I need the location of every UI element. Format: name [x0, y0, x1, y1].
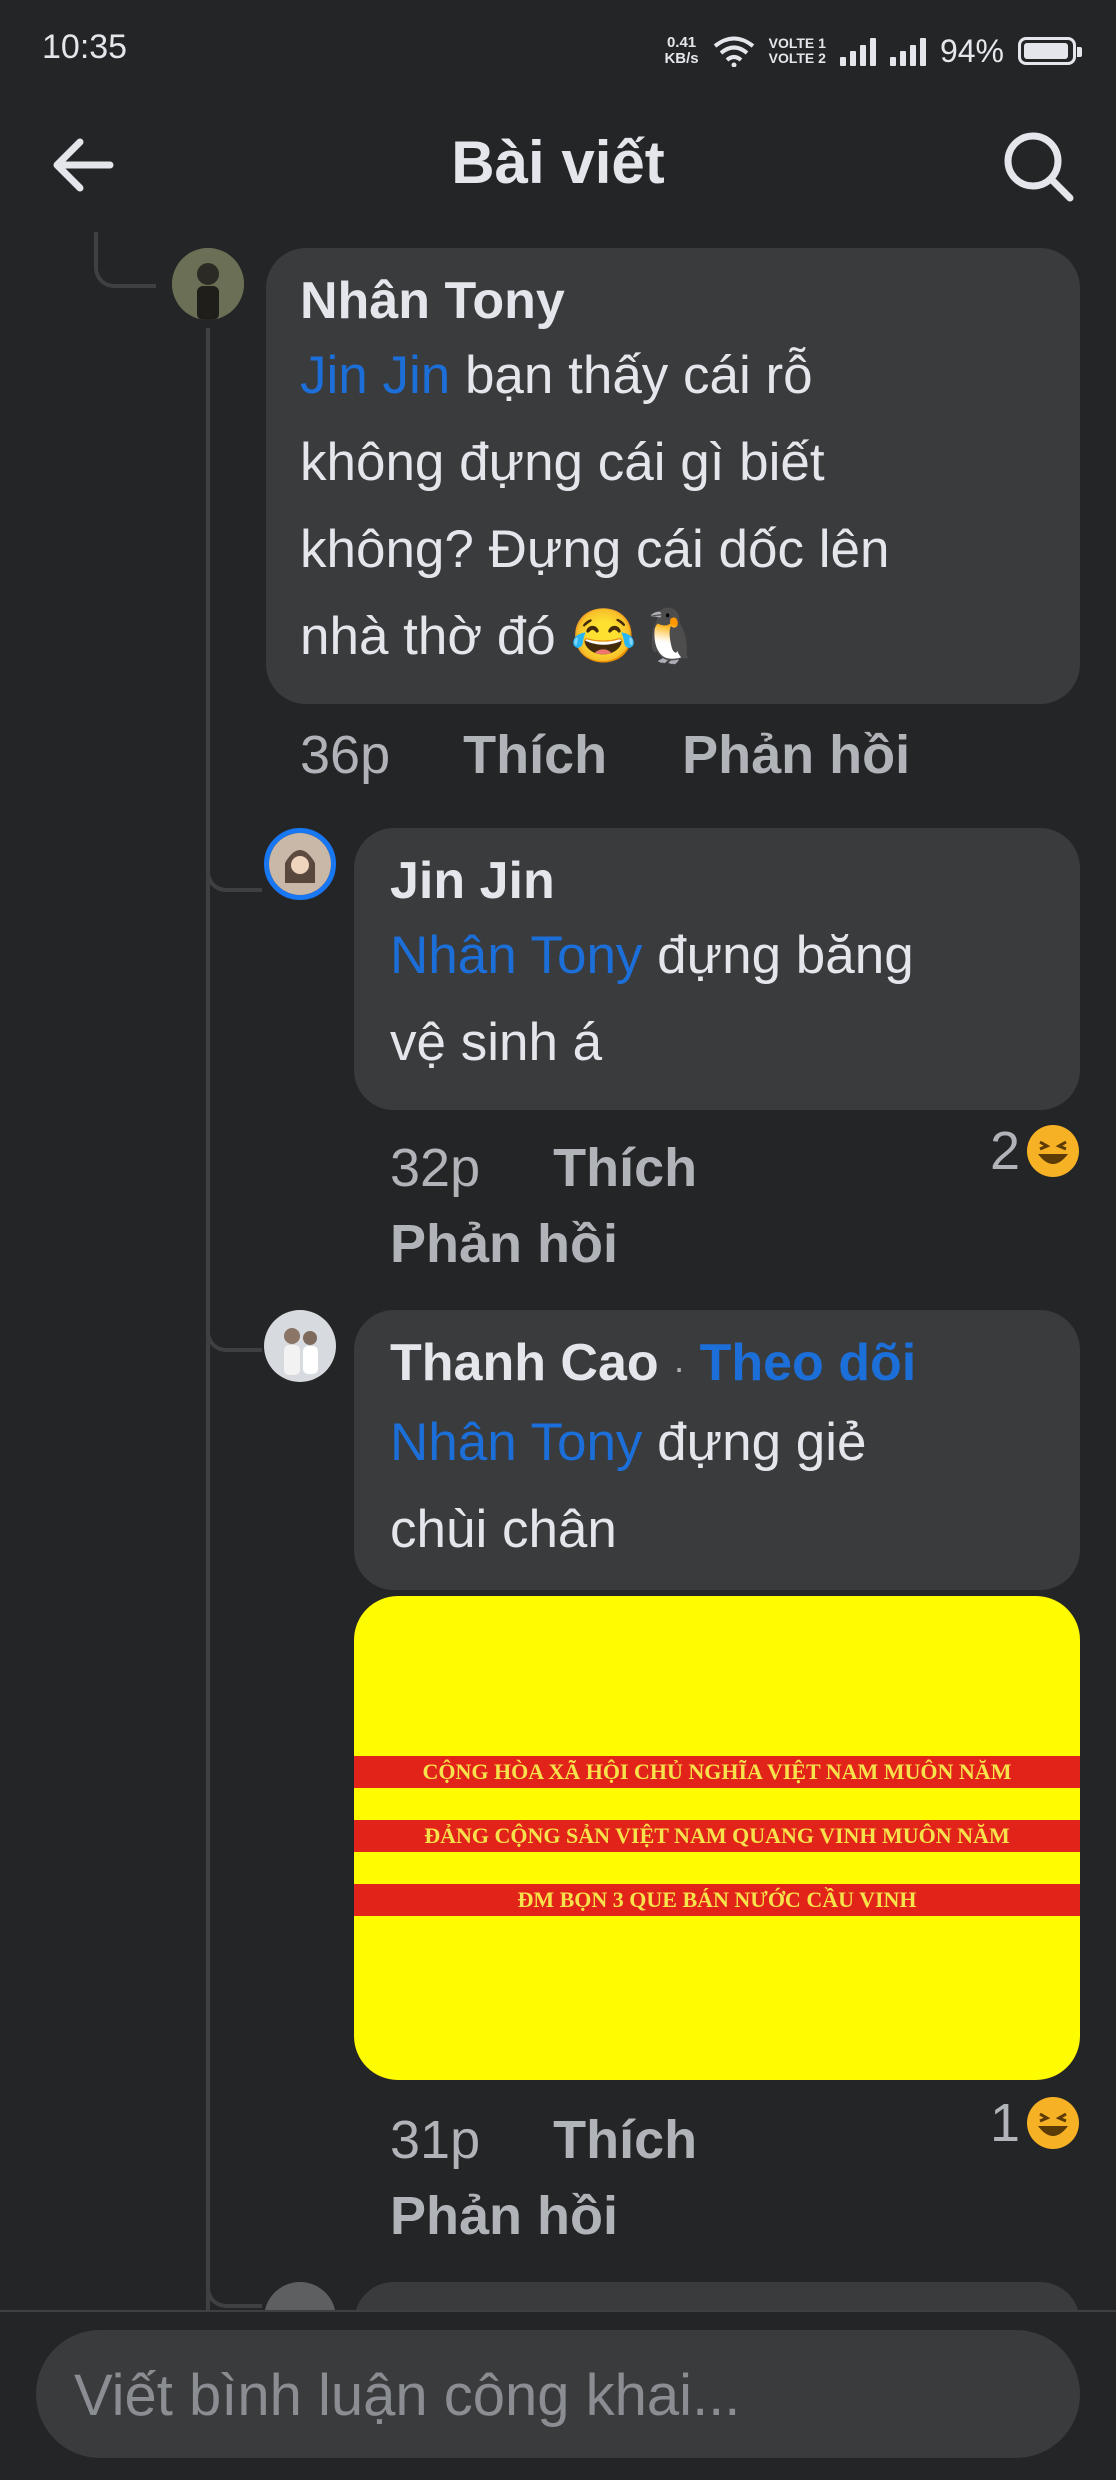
- header: Bài viết: [0, 100, 1116, 230]
- comment-time: 36p: [300, 725, 391, 785]
- image-banner-text: ĐM BỌN 3 QUE BÁN NƯỚC CẦU VINH: [354, 1884, 1080, 1916]
- status-bar: 10:35 0.41 KB/s VOLTE 1 VOLTE 2 94%: [0, 0, 1116, 100]
- like-button[interactable]: Thích: [553, 1138, 697, 1198]
- comment-meta: 32p Thích Phản hồi: [390, 1130, 697, 1282]
- mention-link[interactable]: Nhân Tony: [390, 1413, 642, 1472]
- follow-button[interactable]: Theo dõi: [700, 1334, 917, 1392]
- reply-button[interactable]: Phản hồi: [682, 725, 910, 785]
- comment-author[interactable]: Nhân Tony: [300, 270, 1046, 332]
- comment-time: 31p: [390, 2110, 481, 2170]
- comment-meta: 36p Thích Phản hồi: [300, 724, 910, 786]
- status-icons: 0.41 KB/s VOLTE 1 VOLTE 2 94%: [664, 26, 1082, 76]
- reaction-summary[interactable]: 2: [990, 1120, 1080, 1182]
- volte-labels: VOLTE 1 VOLTE 2: [768, 35, 826, 66]
- mention-link[interactable]: Nhân Tony: [390, 926, 642, 985]
- comment-text: Nhân Tony đựng băng vệ sinh á: [390, 926, 914, 1072]
- signal-2-icon: [889, 36, 926, 66]
- comment-input[interactable]: [72, 2330, 1036, 2460]
- search-icon[interactable]: [1000, 128, 1076, 204]
- person-icon: [264, 1310, 336, 1382]
- reaction-count: 2: [989, 1121, 1020, 1181]
- comment-text: Nhân Tony đựng giẻ chùi chân: [390, 1413, 867, 1559]
- comment-author[interactable]: Thanh Cao: [390, 1334, 659, 1392]
- person-icon: [172, 248, 244, 320]
- thread-connector: [206, 840, 262, 892]
- divider: [0, 2310, 1116, 2312]
- like-button[interactable]: Thích: [553, 2110, 697, 2170]
- battery-icon: [1018, 37, 1082, 65]
- thread-connector: [94, 232, 156, 288]
- like-button[interactable]: Thích: [463, 725, 607, 785]
- avatar[interactable]: [264, 828, 336, 900]
- net-speed: 0.41 KB/s: [664, 34, 699, 67]
- avatar[interactable]: [172, 248, 244, 320]
- comment-author[interactable]: Jin Jin: [390, 850, 1044, 912]
- haha-emoji-icon: [1027, 1125, 1079, 1177]
- comment-composer: [36, 2330, 1080, 2460]
- wifi-icon: [713, 36, 754, 67]
- battery-percent: 94%: [939, 32, 1004, 69]
- comment-bubble: Thanh Cao · Theo dõi Nhân Tony đựng giẻ …: [354, 1310, 1080, 1590]
- comment-time: 32p: [390, 1138, 481, 1198]
- reaction-count: 1: [989, 2093, 1020, 2153]
- mention-link[interactable]: Jin Jin: [300, 346, 450, 405]
- person-icon: [269, 833, 331, 895]
- comment-bubble: Jin Jin Nhân Tony đựng băng vệ sinh á: [354, 828, 1080, 1110]
- reaction-summary[interactable]: 1: [990, 2092, 1080, 2154]
- status-time: 10:35: [42, 28, 128, 66]
- avatar[interactable]: [264, 1310, 336, 1382]
- thread-connector: [206, 2256, 262, 2308]
- page-title: Bài viết: [451, 129, 665, 196]
- comment-meta: 31p Thích Phản hồi: [390, 2102, 697, 2254]
- comment-bubble: Nhân Tony Jin Jin bạn thấy cái rỗ không …: [266, 248, 1080, 704]
- thread-connector: [206, 1300, 262, 1352]
- comment-text: Jin Jin bạn thấy cái rỗ không đựng cái g…: [300, 346, 890, 666]
- haha-emoji-icon: [1027, 2097, 1079, 2149]
- signal-1-icon: [839, 36, 876, 66]
- image-banner-text: CỘNG HÒA XÃ HỘI CHỦ NGHĨA VIỆT NAM MUÔN …: [354, 1756, 1080, 1788]
- reply-button[interactable]: Phản hồi: [390, 2186, 618, 2246]
- comment-image[interactable]: CỘNG HÒA XÃ HỘI CHỦ NGHĨA VIỆT NAM MUÔN …: [354, 1596, 1080, 2080]
- comment-header: Thanh Cao · Theo dõi: [390, 1332, 1044, 1399]
- image-banner-text: ĐẢNG CỘNG SẢN VIỆT NAM QUANG VINH MUÔN N…: [354, 1820, 1080, 1852]
- separator-dot: ·: [673, 1347, 686, 1388]
- reply-button[interactable]: Phản hồi: [390, 1214, 618, 1274]
